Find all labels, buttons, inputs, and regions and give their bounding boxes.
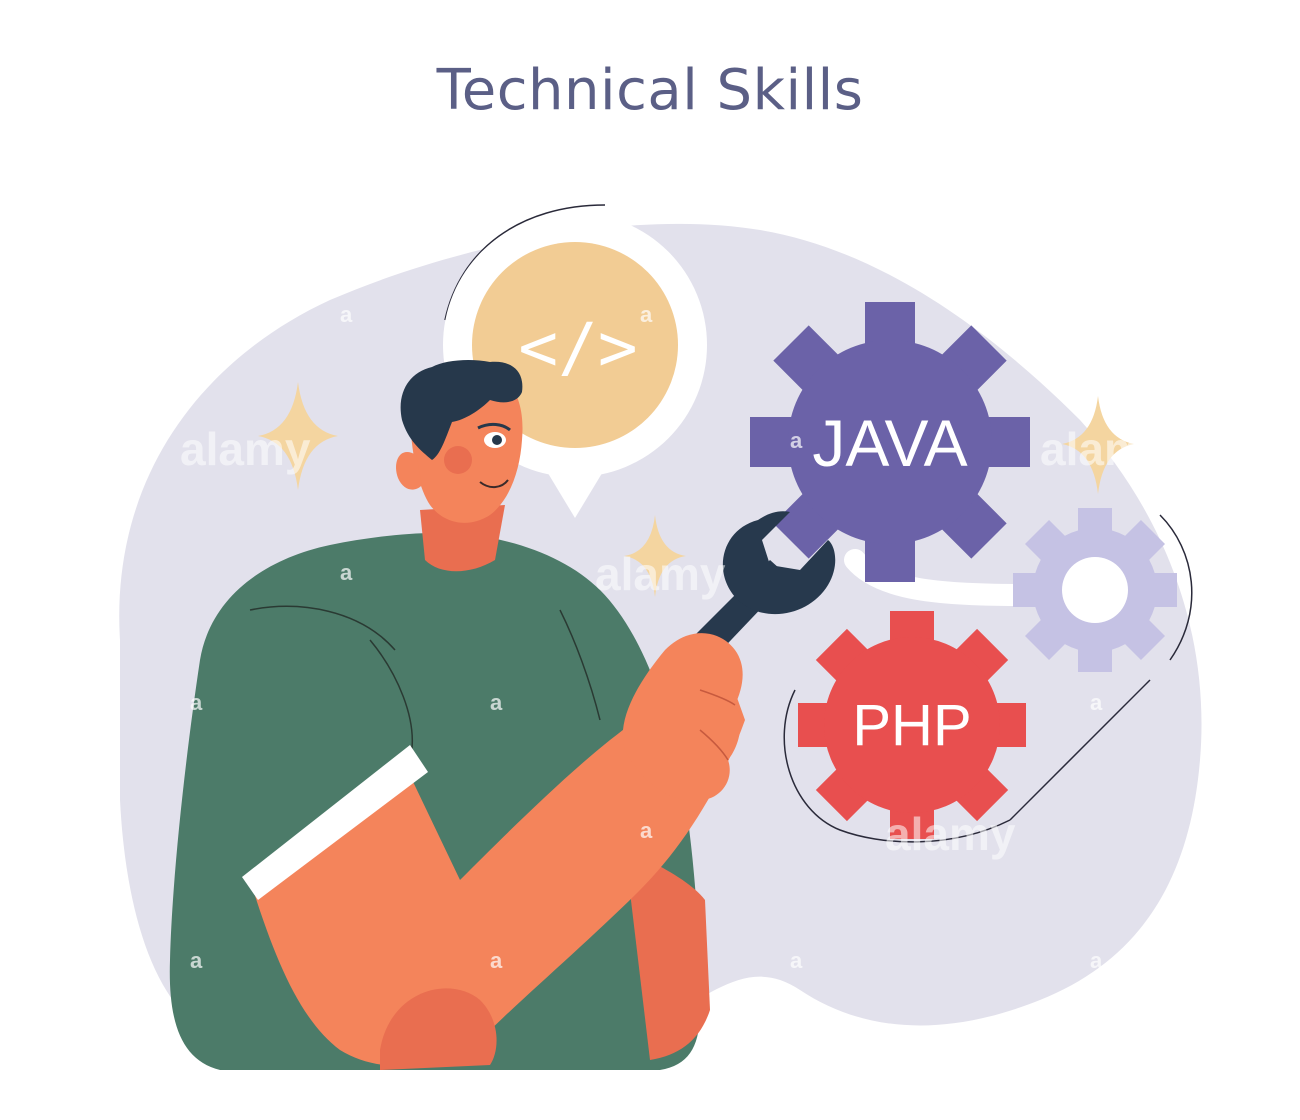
watermark-letter: a [1090, 690, 1103, 715]
illustration: </> JAVA PHP alamy alamy alamy alamy a a… [119, 204, 1202, 1070]
gear-small [1013, 508, 1177, 672]
cheek [444, 446, 472, 474]
watermark-letter: a [490, 690, 503, 715]
watermark-letter: a [640, 302, 653, 327]
watermark-letter: a [1090, 948, 1103, 973]
gear-java-label: JAVA [812, 406, 967, 480]
watermark-text: alamy [885, 808, 1016, 860]
watermark-letter: a [490, 948, 503, 973]
gear-php-label: PHP [852, 693, 971, 758]
watermark-letter: a [340, 560, 353, 585]
code-icon: </> [518, 309, 637, 386]
watermark-letter: a [190, 948, 203, 973]
watermark-text: alamy [180, 423, 311, 475]
watermark-letter: a [640, 818, 653, 843]
watermark-letter: a [790, 428, 803, 453]
watermark-letter: a [790, 948, 803, 973]
pupil [492, 435, 502, 445]
watermark-text: alamy [1040, 423, 1171, 475]
watermark-letter: a [340, 302, 353, 327]
gear-php: PHP [798, 611, 1026, 839]
watermark-letter: a [190, 690, 203, 715]
watermark-text: alamy [595, 548, 726, 600]
